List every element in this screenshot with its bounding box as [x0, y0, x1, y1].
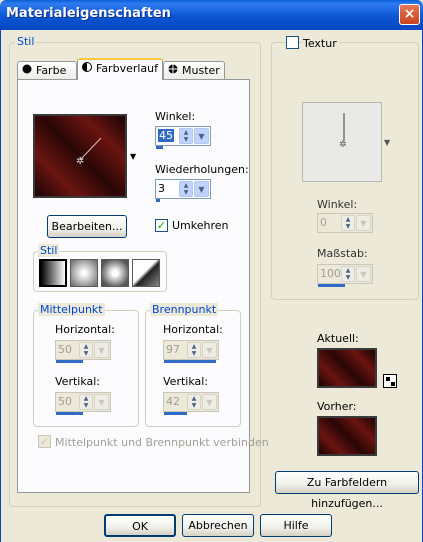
circle-icon [22, 62, 32, 80]
texture-checkbox[interactable] [286, 36, 299, 49]
focalpoint-vertical-stepper: ▲ ▼ [187, 394, 201, 410]
style-group-title: Stil [15, 35, 37, 48]
focalpoint-vertical-label: Vertikal: [163, 375, 209, 388]
dialog-body: Stil Farbe Farbverlauf Muster ✲ ▼ Winkel… [0, 30, 423, 542]
angle-value: 45 [158, 129, 174, 142]
tab-color[interactable]: Farbe [17, 61, 77, 80]
radial-style-button[interactable] [101, 259, 129, 287]
previous-swatch[interactable] [317, 416, 377, 456]
focalpoint-horizontal-field: 97 ▲ ▼ ▼ [163, 340, 219, 363]
svg-text:✲: ✲ [76, 156, 84, 167]
svg-text:✲: ✲ [339, 140, 347, 150]
texture-scale-field: 100 ▲ ▼ ▼ [317, 264, 373, 287]
gradient-style-title: Stil [38, 244, 60, 257]
texture-angle-stepper: ▲ ▼ [341, 215, 355, 231]
tab-color-label: Farbe [36, 64, 67, 77]
focalpoint-vertical-value: 42 [166, 395, 180, 408]
midpoint-horizontal-field: 50 ▲ ▼ ▼ [55, 340, 111, 363]
focalpoint-horizontal-level-bar [164, 360, 216, 363]
angle-stepper[interactable]: ▲ ▼ [179, 128, 193, 144]
cancel-button[interactable]: Abbrechen [182, 514, 254, 537]
angle-indicator: ✲ [76, 137, 102, 167]
midpoint-horizontal-dropdown: ▼ [94, 342, 109, 358]
angle-label: Winkel: [155, 110, 196, 123]
current-swatch [317, 348, 377, 388]
previous-label: Vorher: [317, 400, 357, 413]
texture-label: Textur [303, 37, 339, 50]
angle-field[interactable]: 45 ▲ ▼ ▼ [155, 126, 211, 149]
midpoint-vertical-dropdown: ▼ [94, 394, 109, 410]
midpoint-vertical-level-bar [56, 412, 83, 415]
midpoint-horizontal-label: Horizontal: [55, 323, 115, 336]
texture-scale-level-bar [318, 284, 345, 287]
texture-scale-stepper: ▲ ▼ [341, 266, 355, 282]
rectangular-style-button[interactable] [70, 259, 98, 287]
focalpoint-vertical-dropdown: ▼ [202, 394, 217, 410]
reverse-label: Umkehren [172, 219, 229, 232]
focalpoint-vertical-field: 42 ▲ ▼ ▼ [163, 392, 219, 415]
help-button[interactable]: Hilfe [260, 514, 332, 537]
midpoint-vertical-field: 50 ▲ ▼ ▼ [55, 392, 111, 415]
midpoint-title: Mittelpunkt [38, 303, 105, 316]
texture-angle-value: 0 [320, 216, 327, 229]
repeats-field[interactable]: 3 ▲ ▼ ▼ [155, 179, 211, 202]
close-button[interactable]: × [399, 4, 420, 25]
repeats-value: 3 [158, 182, 165, 195]
swap-swatch-icon[interactable] [383, 374, 397, 388]
midpoint-vertical-label: Vertikal: [55, 375, 101, 388]
focalpoint-horizontal-dropdown: ▼ [202, 342, 217, 358]
texture-scale-dropdown: ▼ [356, 266, 371, 282]
repeats-stepper[interactable]: ▲ ▼ [179, 181, 193, 197]
midpoint-horizontal-level-bar [56, 360, 83, 363]
repeats-dropdown[interactable]: ▼ [194, 181, 209, 197]
repeats-label: Wiederholungen: [155, 163, 249, 176]
tab-gradient[interactable]: Farbverlauf [77, 58, 163, 80]
midpoint-horizontal-stepper: ▲ ▼ [79, 342, 93, 358]
texture-dropdown-arrow: ▼ [384, 138, 391, 147]
repeats-level-bar [156, 199, 160, 202]
texture-angle-field: 0 ▲ ▼ ▼ [317, 213, 373, 233]
preview-dropdown-arrow[interactable]: ▼ [130, 152, 136, 161]
angular-style-button[interactable] [132, 259, 160, 287]
reverse-checkbox[interactable]: ✓ [155, 219, 168, 232]
linear-style-button[interactable] [39, 259, 67, 287]
midpoint-vertical-stepper: ▲ ▼ [79, 394, 93, 410]
texture-angle-label: Winkel: [317, 198, 358, 211]
focalpoint-horizontal-label: Horizontal: [163, 323, 223, 336]
title-bar: Materialeigenschaften × [0, 0, 423, 30]
gradient-preview[interactable]: ✲ [33, 114, 127, 198]
focalpoint-horizontal-value: 97 [166, 343, 180, 356]
tab-gradient-label: Farbverlauf [96, 62, 159, 75]
window-title: Materialeigenschaften [6, 6, 171, 21]
texture-scale-label: Maßstab: [317, 247, 368, 260]
midpoint-horizontal-value: 50 [58, 343, 72, 356]
edit-button[interactable]: Bearbeiten... [47, 215, 127, 238]
focalpoint-horizontal-stepper: ▲ ▼ [187, 342, 201, 358]
tab-pattern[interactable]: Muster [163, 61, 225, 80]
ok-button[interactable]: OK [104, 514, 176, 537]
half-circle-icon [82, 60, 92, 78]
texture-angle-indicator: ✲ [339, 113, 347, 150]
midpoint-vertical-value: 50 [58, 395, 72, 408]
angle-level-bar [156, 146, 163, 149]
texture-preview[interactable]: ✲ [302, 102, 382, 182]
focalpoint-title: Brennpunkt [150, 303, 219, 316]
focalpoint-vertical-level-bar [164, 412, 187, 415]
current-label: Aktuell: [317, 332, 359, 345]
add-to-swatches-button[interactable]: Zu Farbfeldern hinzufügen... [275, 471, 419, 510]
texture-angle-dropdown: ▼ [356, 215, 371, 231]
link-points-label: Mittelpunkt und Brennpunkt verbinden [55, 436, 269, 449]
pattern-icon [168, 62, 178, 80]
angle-dropdown[interactable]: ▼ [194, 128, 209, 144]
link-points-checkbox: ✓ [38, 435, 51, 448]
texture-scale-value: 100 [320, 267, 341, 280]
tab-pattern-label: Muster [182, 64, 220, 77]
